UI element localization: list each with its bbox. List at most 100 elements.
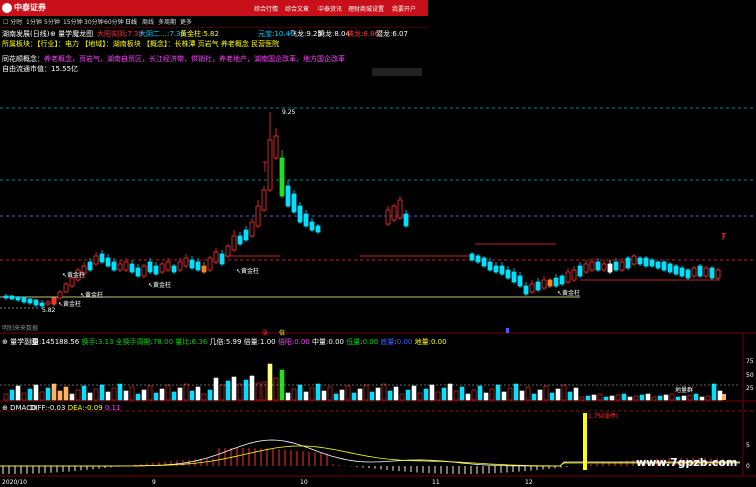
candlestick — [523, 285, 529, 295]
volume-bar — [537, 389, 543, 401]
macd-dea-line — [0, 445, 740, 467]
vol-axis-50: 50 — [746, 372, 754, 379]
volume-bar — [561, 384, 567, 401]
volume-bar — [411, 385, 417, 401]
volume-bar — [75, 389, 81, 401]
candlestick — [397, 199, 403, 219]
volume-bar — [477, 385, 483, 401]
candlestick — [709, 267, 715, 279]
volume-bar — [711, 383, 717, 401]
volume-bar — [213, 377, 219, 401]
volume-bar — [669, 393, 675, 401]
volume-bar — [375, 387, 381, 401]
volume-bar — [15, 385, 21, 401]
volume-bar — [399, 393, 405, 401]
candlestick — [267, 139, 273, 191]
candlestick — [529, 283, 535, 293]
volume-bar — [453, 390, 459, 401]
panel-footer-label: 明别来来数据 — [2, 325, 39, 332]
price-high-label: 9.25 — [282, 109, 296, 116]
candlestick — [469, 253, 475, 261]
ground-volume-label: 地量群 — [675, 387, 694, 394]
volume-bar — [105, 391, 111, 401]
volume-bar — [255, 382, 261, 401]
volume-bar — [165, 384, 171, 401]
date-axis-12: 12 — [525, 479, 533, 486]
gold-pillar-label-4: ↖黄金柱 — [58, 301, 82, 308]
volume-bar — [675, 396, 681, 401]
candlestick — [63, 283, 69, 293]
volume-bar — [722, 394, 726, 400]
candlestick — [559, 275, 565, 285]
volume-bar — [459, 386, 465, 401]
candlestick — [517, 275, 523, 287]
candlestick — [679, 267, 685, 277]
volume-bar — [267, 363, 273, 401]
candlestick — [177, 261, 183, 271]
candlestick — [183, 257, 189, 267]
candlestick — [213, 251, 219, 263]
candlestick — [201, 265, 207, 273]
volume-bar — [519, 390, 525, 401]
candlestick — [511, 271, 517, 283]
volume-bar — [291, 388, 297, 401]
candlestick — [57, 291, 63, 299]
stock-chart[interactable] — [0, 0, 756, 487]
volume-bar — [465, 393, 471, 401]
candlestick — [165, 261, 171, 271]
candlestick — [505, 269, 511, 279]
volume-bar — [333, 393, 339, 401]
candlestick — [649, 259, 655, 267]
price-low-label: 5.82 — [42, 307, 56, 314]
volume-bar — [135, 393, 141, 401]
candlestick — [601, 263, 607, 271]
date-axis-start: 2020/10 — [2, 479, 27, 486]
volume-bar — [585, 395, 591, 401]
candlestick — [297, 205, 303, 223]
candlestick — [571, 269, 577, 281]
candlestick — [255, 205, 261, 227]
volume-bar — [99, 384, 105, 401]
candlestick — [273, 135, 279, 159]
candlestick — [225, 245, 231, 257]
volume-bar — [423, 388, 429, 401]
volume-bar — [495, 384, 501, 401]
volume-bar — [363, 384, 369, 401]
candlestick — [123, 261, 129, 271]
candlestick — [237, 235, 243, 245]
candlestick — [99, 253, 105, 263]
volume-bar — [681, 395, 687, 401]
date-axis-11: 11 — [432, 479, 440, 486]
right-axis-0: 0 — [746, 463, 750, 470]
volume-bar — [351, 392, 357, 401]
volume-bar — [489, 388, 495, 401]
candlestick — [153, 265, 159, 275]
volume-bar — [39, 391, 45, 401]
candlestick — [117, 263, 123, 271]
volume-bar — [159, 388, 165, 401]
volume-bar — [573, 387, 579, 401]
gold-pillar-label-2: ↖黄金柱 — [148, 282, 172, 289]
candlestick — [33, 299, 39, 306]
candlestick — [703, 267, 709, 277]
macd-indicators: DIFF:-0.03 DEA:-0.09 0.11 — [30, 404, 121, 412]
candlestick — [685, 269, 691, 279]
gold-pillar-label-6: ↖黄金柱 — [62, 272, 86, 279]
gold-pillar-label-3: ↖黄金柱 — [80, 292, 104, 299]
volume-bar — [531, 393, 537, 401]
candlestick — [691, 267, 697, 277]
candlestick — [481, 257, 487, 267]
candlestick — [129, 263, 135, 273]
watermark: www.7gpzb.com — [636, 456, 738, 469]
candlestick — [261, 189, 267, 211]
macd-diff-line — [0, 439, 740, 467]
signal-marker — [506, 328, 509, 333]
candlestick — [499, 265, 505, 275]
volume-bar — [183, 383, 189, 401]
candlestick — [475, 255, 481, 263]
volume-marker-rise: 涨 — [262, 330, 269, 337]
volume-bar — [63, 386, 69, 401]
volume-bar — [441, 387, 447, 401]
right-axis-5: 5 — [746, 442, 750, 449]
candlestick — [249, 221, 255, 237]
